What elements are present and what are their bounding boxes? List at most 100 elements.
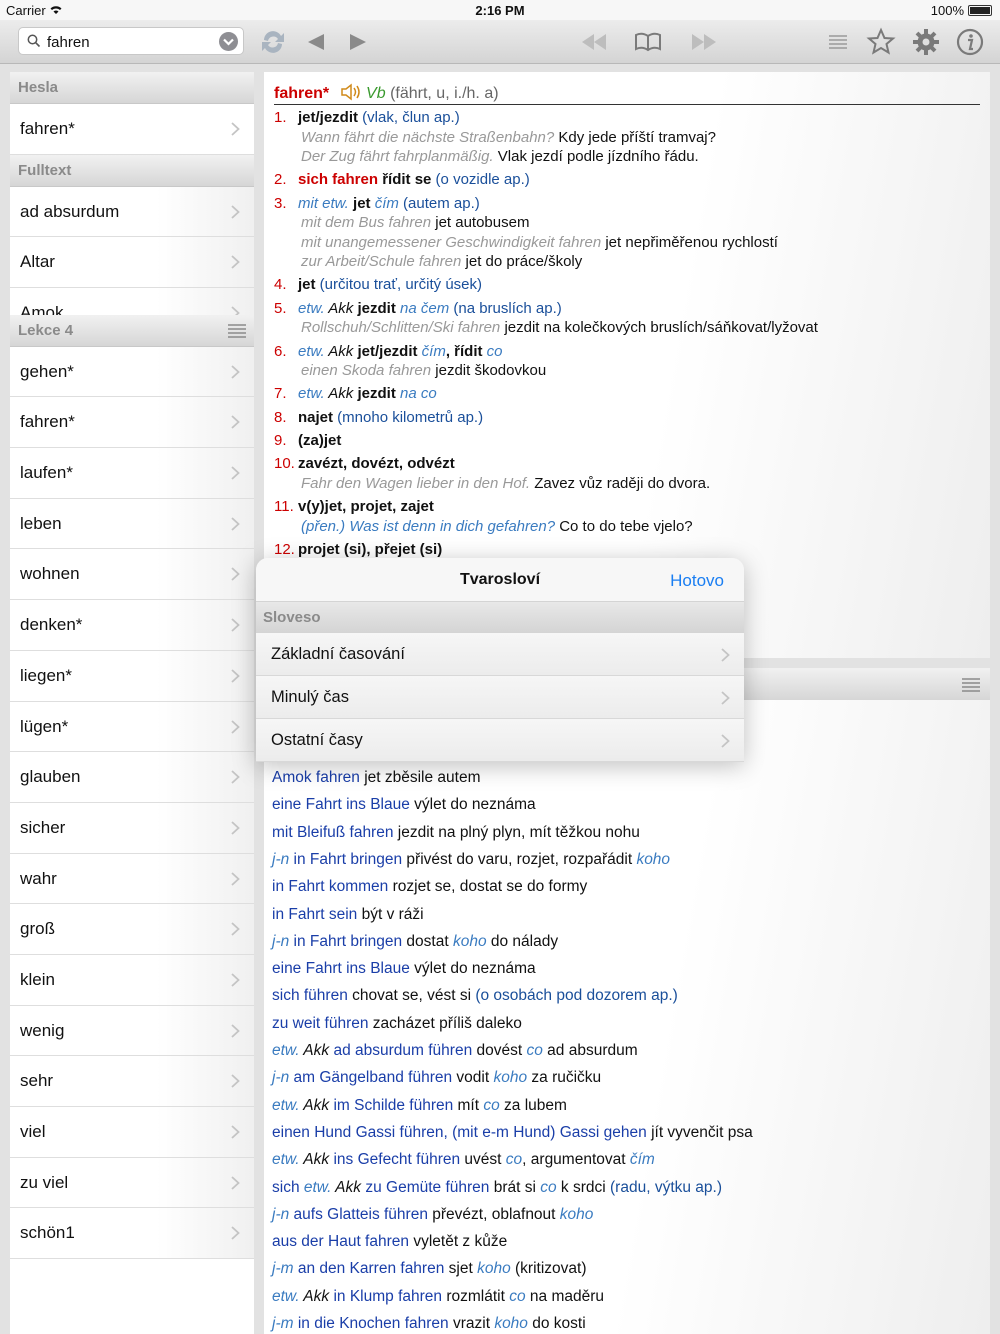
- list-item[interactable]: glauben: [10, 752, 254, 803]
- phrase-item[interactable]: einen Hund Gassi führen, (mit e-m Hund) …: [272, 1124, 753, 1142]
- phrase-run: do nálady: [486, 932, 559, 950]
- search-input[interactable]: fahren: [47, 34, 90, 51]
- phrase-item[interactable]: zu weit führen zacházet příliš daleko: [272, 1015, 522, 1033]
- phrase-run: jet zběsile autem: [359, 769, 481, 786]
- chevron-right-icon: [231, 255, 240, 270]
- search-field[interactable]: fahren: [18, 27, 244, 55]
- list-item[interactable]: schön1: [10, 1208, 254, 1260]
- phrase-item[interactable]: etw. Akk in Klump fahren rozmlátit co na…: [272, 1288, 604, 1306]
- popover-row[interactable]: Ostatní časy: [256, 719, 744, 762]
- chevron-right-icon: [231, 205, 240, 219]
- sync-icon[interactable]: [257, 26, 289, 58]
- phrase-run: Akk: [299, 1287, 330, 1305]
- list-item[interactable]: gehen*: [10, 346, 254, 398]
- phrase-item[interactable]: etw. Akk ins Gefecht führen uvést co, ar…: [272, 1151, 655, 1169]
- hesla-list: fahren*: [10, 104, 254, 155]
- speaker-icon[interactable]: [340, 83, 362, 101]
- list-item[interactable]: sicher: [10, 802, 254, 854]
- list-item[interactable]: laufen*: [10, 448, 254, 499]
- phrase-run: výlet do neznáma: [409, 796, 536, 814]
- gear-icon[interactable]: [910, 26, 942, 58]
- dropdown-clear-icon[interactable]: [219, 32, 238, 51]
- list-item-label: laufen*: [20, 463, 73, 483]
- phrase-item[interactable]: j-n aufs Glatteis führen převézt, oblafn…: [272, 1206, 593, 1224]
- list-item-label: lügen*: [20, 716, 69, 736]
- phrase-run: za lubem: [499, 1096, 567, 1114]
- book-icon[interactable]: [632, 26, 664, 58]
- list-item[interactable]: Amok: [10, 288, 254, 315]
- list-item[interactable]: klein: [10, 954, 254, 1006]
- sense-number: 6.: [274, 342, 287, 360]
- list-item[interactable]: sehr: [10, 1056, 254, 1107]
- list-item[interactable]: groß: [10, 904, 254, 955]
- sense-item: 4. jet (určitou trať, určitý úsek): [274, 275, 482, 295]
- sense-number: 8.: [274, 408, 287, 426]
- done-button[interactable]: Hotovo: [670, 571, 724, 591]
- popover-row[interactable]: Základní časování: [256, 633, 744, 676]
- popover-row-label: Ostatní časy: [271, 731, 363, 749]
- list-item[interactable]: fahren*: [10, 397, 254, 449]
- star-icon[interactable]: [865, 26, 897, 58]
- text-run: (mnoho kilometrů ap.): [333, 408, 484, 426]
- list-item[interactable]: zu viel: [10, 1157, 254, 1209]
- list-item[interactable]: leben: [10, 498, 254, 550]
- list-item[interactable]: lügen*: [10, 701, 254, 753]
- phrase-run: (radu, výtku ap.): [610, 1178, 723, 1196]
- phrase-item[interactable]: Amok fahren jet zběsile autem: [272, 769, 481, 787]
- list-item[interactable]: wahr: [10, 853, 254, 905]
- example-line: mit unangemessener Geschwindigkeit fahre…: [274, 233, 778, 253]
- next-entry-icon[interactable]: [688, 26, 720, 58]
- menu-icon[interactable]: [228, 323, 246, 338]
- list-icon[interactable]: [822, 26, 854, 58]
- list-item[interactable]: liegen*: [10, 650, 254, 702]
- chevron-right-icon: [231, 922, 240, 936]
- phrase-item[interactable]: j-m an den Karren fahren sjet koho (krit…: [272, 1260, 587, 1278]
- phrase-item[interactable]: sich führen chovat se, vést si (o osobác…: [272, 987, 678, 1005]
- list-item[interactable]: Altar: [10, 237, 254, 289]
- text-run: řídit se: [378, 171, 432, 189]
- fulltext-list[interactable]: ad absurdumAltarAmokBerg-und-Tal-Fahrt: [10, 186, 254, 315]
- phrase-item[interactable]: j-n in Fahrt bringen přivést do varu, ro…: [272, 851, 670, 869]
- list-item[interactable]: viel: [10, 1107, 254, 1158]
- phrase-item[interactable]: in Fahrt sein být v ráži: [272, 906, 424, 924]
- back-arrow-icon[interactable]: [300, 26, 332, 58]
- info-icon[interactable]: [954, 26, 986, 58]
- forward-arrow-icon[interactable]: [342, 26, 374, 58]
- text-run: mit etw.: [298, 194, 349, 212]
- text-run: Was ist denn in dich gefahren?: [345, 517, 556, 535]
- phrase-run: in Fahrt bringen: [289, 932, 403, 950]
- list-item[interactable]: wohnen: [10, 549, 254, 601]
- entry-header: fahren* Vb (fährt, u, i./h. a): [274, 83, 980, 105]
- text-run: Rollschuh/Schlitten/Ski fahren: [301, 319, 501, 337]
- chevron-right-icon: [231, 973, 240, 987]
- popover-row[interactable]: Minulý čas: [256, 676, 744, 719]
- text-run: mit unangemessener Geschwindigkeit fahre…: [301, 233, 602, 251]
- example-line: zur Arbeit/Schule fahren jet do práce/šk…: [274, 252, 778, 272]
- phrase-item[interactable]: mit Bleifuß fahren jezdit na plný plyn, …: [272, 824, 640, 842]
- phrase-item[interactable]: in Fahrt kommen rozjet se, dostat se do …: [272, 878, 587, 896]
- phrase-run: in die Knochen fahren: [293, 1315, 449, 1332]
- text-run: Vlak jezdí podle jízdního řádu.: [493, 148, 699, 165]
- chevron-right-icon: [231, 1176, 240, 1190]
- chevron-right-icon: [231, 122, 240, 136]
- phrase-item[interactable]: j-n am Gängelband führen vodit koho za r…: [272, 1069, 601, 1087]
- phrase-item[interactable]: etw. Akk ad absurdum führen dovést co ad…: [272, 1042, 638, 1060]
- phrase-item[interactable]: j-m in die Knochen fahren vrazit koho do…: [272, 1315, 586, 1333]
- phrase-item[interactable]: sich etw. Akk zu Gemüte führen brát si c…: [272, 1179, 722, 1197]
- phrase-item[interactable]: etw. Akk im Schilde führen mít co za lub…: [272, 1097, 567, 1115]
- phrase-run: am Gängelband führen: [289, 1069, 453, 1087]
- phrase-run: zu weit führen: [272, 1014, 369, 1032]
- phrase-item[interactable]: j-n in Fahrt bringen dostat koho do nála…: [272, 933, 558, 951]
- list-item-label: groß: [20, 919, 55, 939]
- list-item-label: schön1: [20, 1223, 75, 1243]
- list-item[interactable]: denken*: [10, 600, 254, 651]
- list-item[interactable]: fahren*: [10, 104, 254, 155]
- phrase-item[interactable]: eine Fahrt ins Blaue výlet do neznáma: [272, 960, 536, 978]
- list-item[interactable]: ad absurdum: [10, 186, 254, 238]
- menu-icon[interactable]: [962, 678, 980, 692]
- list-item[interactable]: wenig: [10, 1005, 254, 1057]
- phrase-item[interactable]: eine Fahrt ins Blaue výlet do neznáma: [272, 796, 536, 814]
- phrase-item[interactable]: aus der Haut fahren vyletět z kůže: [272, 1233, 507, 1251]
- previous-entry-icon[interactable]: [578, 26, 610, 58]
- text-run: Akk: [324, 342, 354, 360]
